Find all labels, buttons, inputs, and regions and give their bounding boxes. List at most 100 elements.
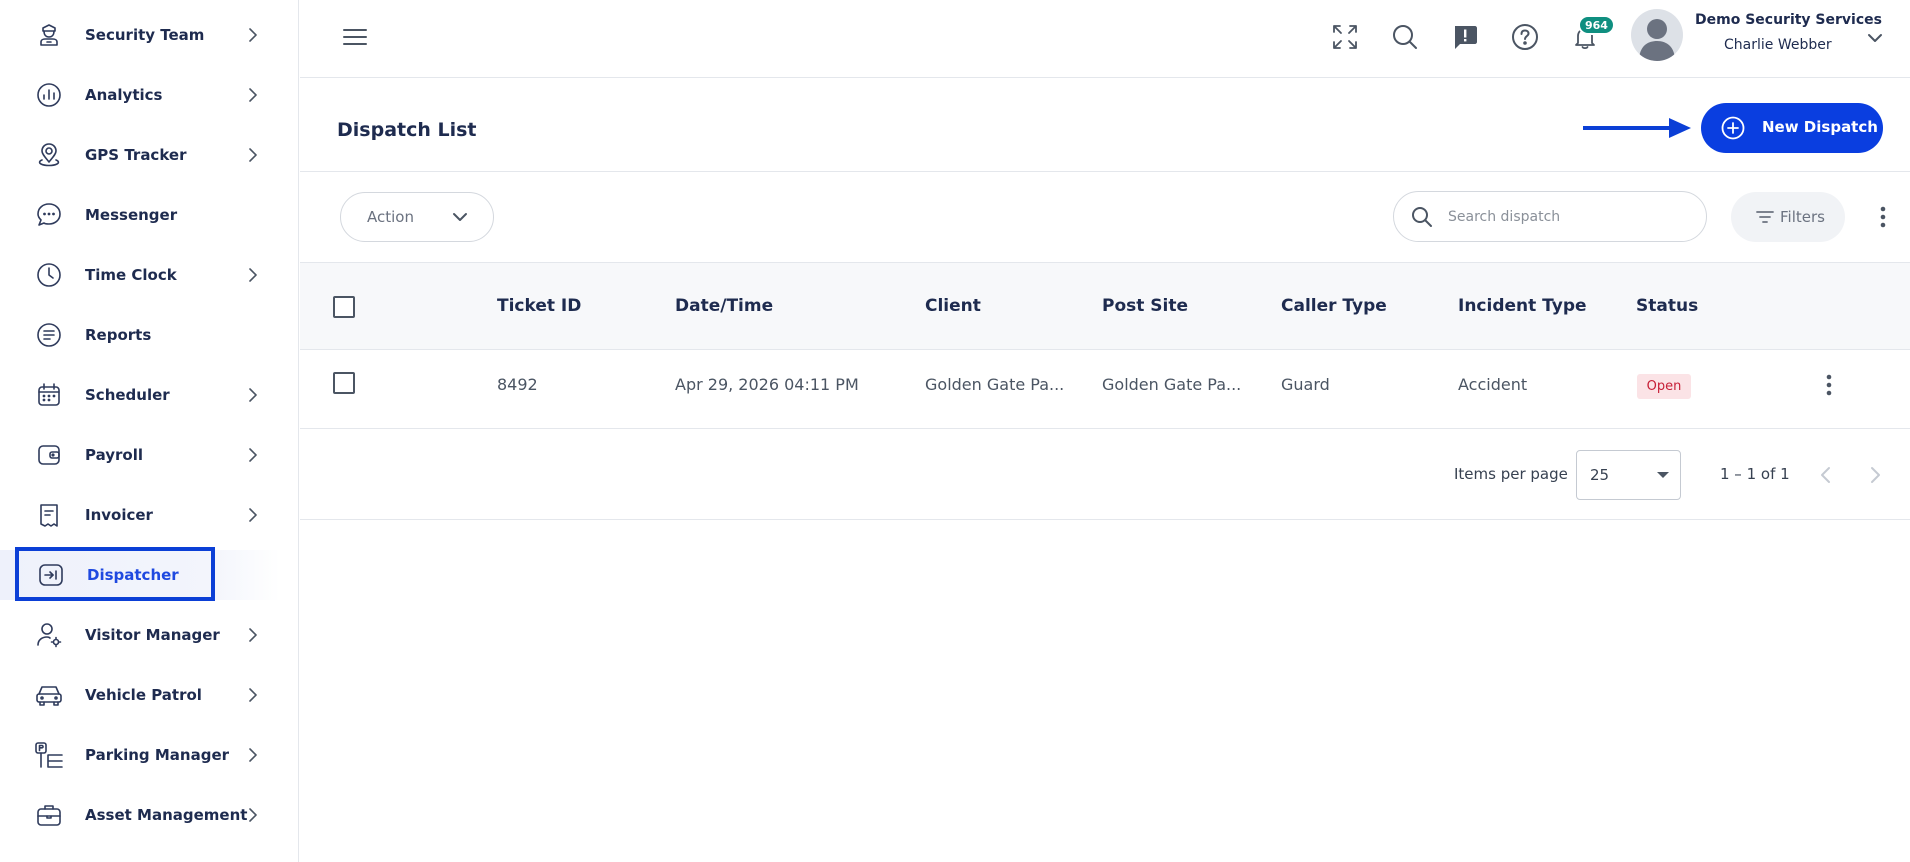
filter-icon [1756,211,1774,223]
new-dispatch-button[interactable]: New Dispatch [1701,103,1883,153]
search-button[interactable] [1388,20,1422,54]
chevron-right-icon [249,28,257,42]
report-icon [34,320,64,350]
sidebar-item-security-team[interactable]: Security Team [0,10,280,60]
feedback-icon [1455,26,1477,49]
action-dropdown[interactable]: Action [340,192,494,242]
column-header-incident-type[interactable]: Incident Type [1458,296,1587,316]
sidebar-item-label: Asset Management [85,806,248,824]
more-options-icon[interactable] [1870,203,1896,231]
calendar-icon [34,380,64,410]
invoice-icon [34,500,64,530]
cell-date-time: Apr 29, 2026 04:11 PM [675,375,859,394]
user-silhouette-icon [1639,19,1675,61]
sidebar-item-reports[interactable]: Reports [0,310,280,360]
guard-icon [34,20,64,50]
sidebar-item-messenger[interactable]: Messenger [0,190,280,240]
chevron-right-icon [249,268,257,282]
items-per-page-select[interactable]: 25 [1576,450,1681,500]
plus-circle-icon [1721,116,1745,140]
fullscreen-button[interactable] [1328,20,1362,54]
chevron-right-icon [249,88,257,102]
arrow-right-icon [1583,118,1691,138]
chevron-right-icon [249,748,257,762]
parking-icon [34,740,64,770]
briefcase-icon [34,800,64,830]
expand-icon [1333,25,1357,49]
page-title: Dispatch List [337,119,477,141]
pagination-range: 1 – 1 of 1 [1720,465,1790,483]
header-divider [300,171,1910,172]
sidebar-item-label: Vehicle Patrol [85,686,202,704]
sidebar-item-label: Time Clock [85,266,177,284]
sidebar-item-analytics[interactable]: Analytics [0,70,280,120]
sidebar-item-scheduler[interactable]: Scheduler [0,370,280,420]
row-more-options-icon[interactable] [1816,371,1842,399]
user-name: Charlie Webber [1724,37,1832,53]
cell-ticket-id: 8492 [497,375,538,394]
search-input[interactable] [1448,204,1688,230]
action-dropdown-label: Action [367,208,414,226]
sidebar-item-label: Parking Manager [85,746,230,764]
sidebar-item-label: GPS Tracker [85,146,187,164]
sidebar-item-time-clock[interactable]: Time Clock [0,250,280,300]
select-all-checkbox[interactable] [333,296,355,318]
chevron-down-icon[interactable] [1864,27,1886,49]
sidebar-item-label: Visitor Manager [85,626,220,644]
column-header-status[interactable]: Status [1636,296,1698,316]
items-per-page-label: Items per page [1454,465,1568,483]
sidebar-item-label: Security Team [85,26,205,44]
column-header-client[interactable]: Client [925,296,981,316]
sidebar-item-label: Dispatcher [87,566,179,584]
dispatch-icon [36,560,66,590]
sidebar-item-dispatcher[interactable]: Dispatcher [0,550,280,600]
chevron-right-icon [249,148,257,162]
row-checkbox[interactable] [333,372,355,394]
map-pin-icon [34,140,64,170]
sidebar: Security Team Analytics GPS Tracker Mess… [0,0,299,862]
sidebar-item-gps-tracker[interactable]: GPS Tracker [0,130,280,180]
chevron-right-icon [249,808,257,822]
car-icon [34,680,64,710]
sidebar-item-label: Analytics [85,86,163,104]
chevron-right-icon [249,688,257,702]
search-icon [1393,25,1417,49]
dropdown-arrow-icon [1657,472,1669,478]
clock-icon [34,260,64,290]
wallet-icon [34,440,64,470]
new-dispatch-label: New Dispatch [1762,118,1878,136]
pagination-divider [300,519,1910,520]
chevron-down-icon [453,213,467,221]
column-header-ticket-id[interactable]: Ticket ID [497,296,581,316]
search-icon [1412,207,1432,227]
cell-post-site: Golden Gate Pa... [1102,375,1242,394]
sidebar-item-parking-manager[interactable]: Parking Manager [0,730,280,780]
sidebar-item-label: Messenger [85,206,178,224]
next-page-icon[interactable] [1862,462,1888,488]
cell-client: Golden Gate Pa... [925,375,1065,394]
feedback-button[interactable] [1448,20,1482,54]
chevron-right-icon [249,448,257,462]
visitor-icon [34,620,64,650]
sidebar-item-visitor-manager[interactable]: Visitor Manager [0,610,280,660]
avatar[interactable] [1631,9,1683,61]
menu-toggle-button[interactable] [338,20,372,54]
sidebar-item-payroll[interactable]: Payroll [0,430,280,480]
filters-button[interactable]: Filters [1731,192,1845,242]
organization-name: Demo Security Services [1695,12,1882,28]
search-box [1393,191,1707,242]
sidebar-item-label: Reports [85,326,152,344]
cell-incident-type: Accident [1458,375,1528,394]
items-per-page-value: 25 [1590,466,1610,484]
column-header-caller-type[interactable]: Caller Type [1281,296,1387,316]
sidebar-item-invoicer[interactable]: Invoicer [0,490,280,540]
sidebar-item-asset-management[interactable]: Asset Management [0,790,280,840]
previous-page-icon[interactable] [1813,462,1839,488]
status-badge: Open [1637,374,1691,399]
chevron-right-icon [249,508,257,522]
column-header-date-time[interactable]: Date/Time [675,296,773,316]
column-header-post-site[interactable]: Post Site [1102,296,1188,316]
help-button[interactable] [1508,20,1542,54]
cell-caller-type: Guard [1281,375,1330,394]
sidebar-item-vehicle-patrol[interactable]: Vehicle Patrol [0,670,280,720]
